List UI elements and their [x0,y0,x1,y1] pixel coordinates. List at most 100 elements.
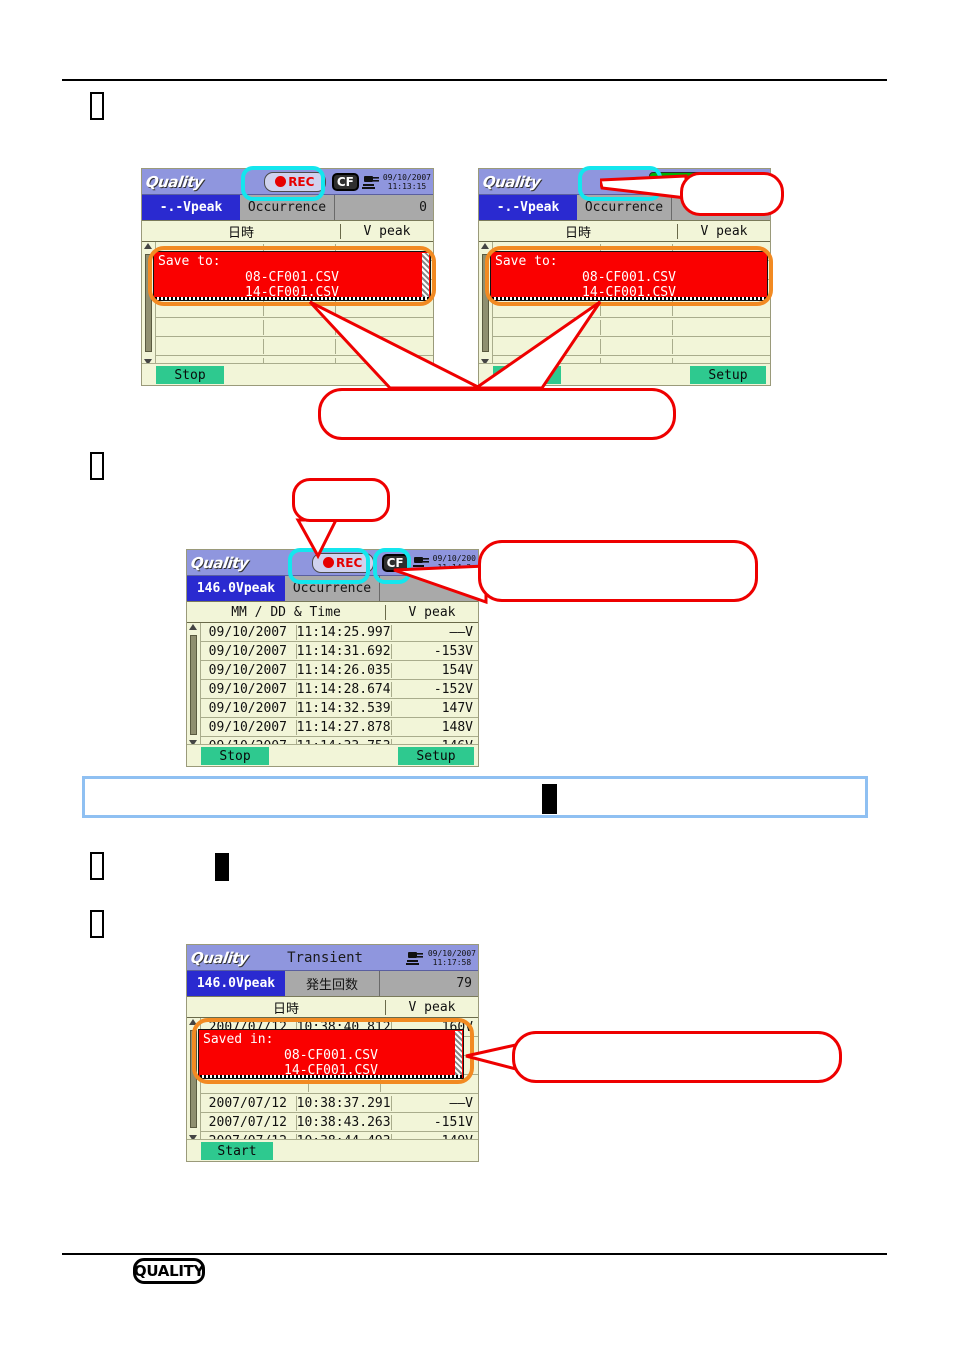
footer-quality-logo: QUALITY [133,1258,205,1284]
table-row: ... [492,299,770,318]
stop-button[interactable]: Stop [156,366,224,384]
table-row: 09/10/2007 11:14:32.539 147V [200,699,478,718]
screen4-column-header: 日時 V peak [187,997,478,1018]
row-date: 09/10/2007 [200,719,297,735]
rec-badge-label: REC [288,174,315,189]
screen1-summary-row: -.-Vpeak Occurrence 0 [142,195,433,221]
table-row: 09/10/2007 11:14:27.878 148V [200,718,478,737]
screen2-count-label: Occurrence [577,195,671,220]
table-row: 09/10/2007 11:14:31.692 -153V [200,642,478,661]
cf-card-icon: CF [331,172,359,191]
table-row: 2007/07/12 10:38:43.263 -151V [200,1113,478,1132]
row-vpeak: -152V [433,681,473,697]
screen1-col-datetime: 日時 [227,225,254,241]
screen2-save-file1: 08-CF001.CSV [582,270,676,285]
setup-button-partial[interactable] [411,366,433,384]
scroll-thumb[interactable] [482,254,489,352]
row-vpeak: 148V [441,719,473,735]
step-marker-4 [90,910,104,938]
stop-button[interactable]: Stop [493,366,561,384]
table-row: 09/10/2007 11:14:28.674 -152V [200,680,478,699]
screen2-softkey-bar: Stop Setup [479,363,770,385]
screen3-row-area: 09/10/2007 11:14:25.997 ——V 09/10/2007 11:14… [187,623,478,766]
screen4-overlay-scroll [455,1031,462,1077]
screen1-title-bar: Quality REC CF 09/10/2007 11:13:15 [142,169,433,195]
note-marker [542,784,557,814]
screen4-mode-title: Transient [287,949,363,966]
row-vpeak: 154V [441,662,473,678]
screen3-time: 11:14:2 [437,562,472,572]
screen1-save-label: Save to: [158,254,221,269]
screen4-saved-label: Saved in: [203,1032,274,1047]
table-row: 2007/07/12 10:38:37.291 ——V [200,1094,478,1113]
setup-button[interactable]: Setup [690,366,766,384]
screen2-col-vpeak: V peak [677,223,770,239]
screen3-column-header: MM / DD & Time V peak [187,602,478,623]
screen2-save-overlay: Save to: 08-CF001.CSV 14-CF001.CSV [490,251,768,301]
screen4-saved-overlay: Saved in: 08-CF001.CSV 14-CF001.CSV [198,1029,464,1079]
scroll-thumb[interactable] [145,254,152,352]
step-marker-1 [90,92,104,120]
stop-button[interactable]: Stop [201,747,269,765]
brand-logo: Quality [144,172,205,191]
callout-save-files-top [318,388,676,440]
row-time: 10:38:43.263 [296,1114,392,1130]
screen3-softkey-bar: Stop Setup [187,744,478,766]
brand-logo: Quality [481,172,542,191]
start-button[interactable]: Start [201,1142,273,1160]
screen1-time: 11:13:15 [387,181,427,191]
note-box [82,776,868,818]
header-rule [62,79,887,81]
brand-logo: Quality [189,948,250,967]
row-time: 11:14:31.692 [296,643,392,659]
screen4-count-label: 発生回数 [285,971,379,996]
screen1-softkey-bar: Stop [142,363,433,385]
screen4-overlay-edge [200,1075,462,1078]
step-marker-3 [90,852,104,880]
table-row: ... [155,299,433,318]
scroll-up-arrow-icon[interactable] [144,243,152,249]
screen3-summary-row: 146.0Vpeak Occurrence [187,576,478,602]
row-vpeak: ——V [449,1095,473,1111]
scroll-up-arrow-icon[interactable] [189,1019,197,1025]
wait-square-icon [657,176,669,187]
screen3-date: 09/10/200 [432,553,476,563]
table-row: ... [492,318,770,337]
screen3-col-vpeak: V peak [385,604,478,620]
table-row: ... [155,337,433,356]
table-row: ... [155,318,433,337]
row-date: 09/10/2007 [200,624,297,640]
scroll-thumb[interactable] [190,635,197,735]
screen4-count-value: 79 [379,971,478,996]
screen1-count-value: 0 [334,195,433,220]
row-vpeak: 147V [441,700,473,716]
scroll-up-arrow-icon[interactable] [481,243,489,249]
row-vpeak: -151V [433,1114,473,1130]
callout-wait-badge [680,172,784,216]
screen1-save-file1: 08-CF001.CSV [245,270,339,285]
row-time: 11:14:27.878 [296,719,392,735]
document-page: Quality REC CF 09/10/2007 11:13:15 -.-Vp… [0,0,954,1348]
screen1-overlay-scroll [422,253,429,299]
screen3-timestamp: 09/10/200 11:14:2 [433,554,478,572]
step-3-inline-marker [215,853,229,881]
callout-saved-in [512,1031,842,1083]
rec-status-badge: REC [263,171,326,192]
setup-button[interactable]: Setup [398,747,474,765]
screen1-save-overlay: Save to: 08-CF001.CSV 14-CF001.CSV [153,251,431,301]
footer-rule [62,1253,887,1255]
scroll-up-arrow-icon[interactable] [189,624,197,630]
table-row: 09/10/2007 11:14:26.035 154V [200,661,478,680]
row-time: 11:14:28.674 [296,681,392,697]
scroll-thumb[interactable] [190,1030,197,1128]
row-vpeak: ——V [449,624,473,640]
screen2-peak-value: -.-Vpeak [479,195,577,220]
screen1-peak-value: -.-Vpeak [142,195,240,220]
screen4-summary-row: 146.0Vpeak 発生回数 79 [187,971,478,997]
screen3-count-label: Occurrence [285,576,379,601]
power-plug-icon [405,949,425,967]
screen3-scrollbar[interactable] [187,623,201,747]
screen2-overlay-edge [492,297,766,300]
row-time: 11:14:25.997 [296,624,392,640]
screen4-col-vpeak: V peak [385,999,478,1015]
